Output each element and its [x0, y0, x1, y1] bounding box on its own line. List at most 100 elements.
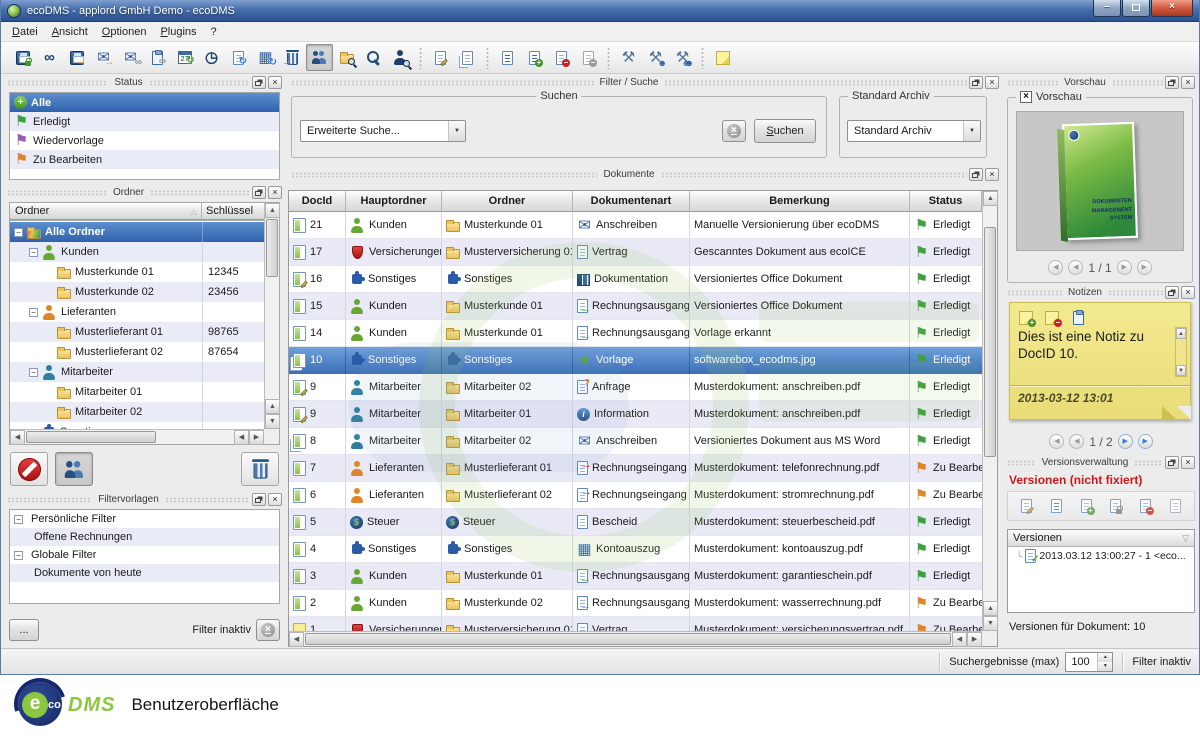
spin-up-icon[interactable]: ▲ — [1098, 653, 1112, 662]
ver-edit-button[interactable] — [1016, 495, 1038, 517]
status-item-zu-bearbeiten[interactable]: ⚑Zu Bearbeiten — [10, 150, 279, 169]
version-remove-button[interactable] — [548, 44, 575, 71]
folder-tree-row[interactable]: Musterlieferant 0198765 — [10, 322, 264, 342]
prev-note-button[interactable]: ◀ — [1069, 434, 1084, 449]
column-header-bemerkung[interactable]: Bemerkung — [690, 191, 910, 212]
search-clear-button[interactable]: × — [722, 120, 746, 142]
folder-tree-row[interactable]: Musterlieferant 0287654 — [10, 342, 264, 362]
ver-view-button[interactable] — [1045, 495, 1067, 517]
close-icon[interactable]: × — [1181, 456, 1195, 469]
float-icon[interactable] — [252, 493, 266, 506]
last-page-button[interactable]: ▶ — [1137, 260, 1152, 275]
status-item-erledigt[interactable]: ⚑Erledigt — [10, 112, 279, 131]
spin-down-icon[interactable]: ▼ — [1098, 662, 1112, 671]
scroll-right-icon[interactable]: ▶ — [249, 430, 264, 445]
note-note-add-button[interactable] — [1016, 308, 1036, 328]
next-page-button[interactable]: ▶ — [1117, 260, 1132, 275]
table-row[interactable]: 17VersicherungenMusterversicherung 01Ver… — [289, 239, 982, 266]
menu-item-optionen[interactable]: Optionen — [95, 24, 154, 40]
close-icon[interactable]: × — [268, 76, 282, 89]
duplicate-document-button[interactable] — [225, 44, 252, 71]
filter-clear-button[interactable]: × — [256, 619, 280, 641]
column-header-docid[interactable]: DocId — [289, 191, 346, 212]
scroll-left-icon[interactable]: ◀ — [10, 430, 25, 445]
close-icon[interactable]: × — [985, 76, 999, 89]
scroll-right-icon[interactable]: ▶ — [967, 632, 982, 647]
table-row[interactable]: 16SonstigesSonstigesDokumentationVersion… — [289, 266, 982, 293]
export-save-button[interactable] — [63, 44, 90, 71]
mail-link-button[interactable]: ✉ — [117, 44, 144, 71]
first-note-button[interactable]: ◀ — [1049, 434, 1064, 449]
close-icon[interactable]: × — [268, 493, 282, 506]
status-item-alle[interactable]: +Alle — [10, 93, 279, 112]
scroll-left-icon[interactable]: ◀ — [952, 632, 967, 647]
archive-save-button[interactable] — [9, 44, 36, 71]
expander-icon[interactable]: − — [29, 248, 38, 257]
close-icon[interactable]: × — [268, 186, 282, 199]
folder-tree-row[interactable]: Mitarbeiter 02 — [10, 402, 264, 422]
user-folders-button[interactable] — [55, 452, 93, 486]
float-icon[interactable] — [1165, 76, 1179, 89]
key-column-header[interactable]: Schlüssel — [202, 203, 264, 220]
scroll-thumb[interactable] — [266, 219, 278, 277]
note-note-copy-button[interactable] — [1068, 308, 1088, 328]
send-mail-button[interactable]: ✉ — [90, 44, 117, 71]
advanced-search-combo[interactable]: Erweiterte Suche... ▼ — [300, 120, 466, 142]
table-row[interactable]: 9MitarbeiterMitarbeiter 02AnfrageMusterd… — [289, 374, 982, 401]
filter-template-row[interactable]: Dokumente von heute — [10, 564, 279, 582]
filter-template-row[interactable]: −Persönliche Filter — [10, 510, 279, 528]
documents-vscrollbar[interactable]: ▲ ▲ ▼ — [982, 191, 997, 631]
versions-list-header[interactable]: Versionen ▽ — [1008, 530, 1194, 547]
table-row[interactable]: 21KundenMusterkunde 01✉AnschreibenManuel… — [289, 212, 982, 239]
user-search-button[interactable] — [387, 44, 414, 71]
preview-checkbox[interactable]: × — [1020, 91, 1032, 103]
table-row[interactable]: 4SonstigesSonstiges▦KontoauszugMusterdok… — [289, 536, 982, 563]
folder-tree-row[interactable]: −Lieferanten — [10, 302, 264, 322]
float-icon[interactable] — [1165, 286, 1179, 299]
search-folder-button[interactable] — [333, 44, 360, 71]
expander-icon[interactable]: − — [14, 515, 23, 524]
table-row[interactable]: 6LieferantenMusterlieferant 02Rechnungse… — [289, 482, 982, 509]
float-icon[interactable] — [969, 76, 983, 89]
version-history-button[interactable] — [494, 44, 521, 71]
scroll-up-icon[interactable]: ▲ — [983, 191, 998, 206]
classify-table-button[interactable]: ▦ — [252, 44, 279, 71]
table-row[interactable]: 10SonstigesSonstiges★Vorlagesoftwarebox_… — [289, 347, 982, 374]
note-scrollbar[interactable]: ▲ ▼ — [1175, 327, 1187, 377]
trash-folder-button[interactable] — [241, 452, 279, 486]
column-header-status[interactable]: Status — [910, 191, 982, 212]
expander-icon[interactable]: − — [29, 308, 38, 317]
folder-tree-row[interactable]: Sonstiges — [10, 422, 264, 429]
resubmission-calendar-button[interactable]: 27 — [171, 44, 198, 71]
column-header-ordner[interactable]: Ordner — [442, 191, 573, 212]
scroll-down-icon[interactable]: ▼ — [1176, 365, 1186, 376]
delete-document-button[interactable] — [279, 44, 306, 71]
prev-page-button[interactable]: ◀ — [1068, 260, 1083, 275]
scroll-up-icon[interactable]: ▲ — [983, 601, 998, 616]
folder-tree-row[interactable]: −Mitarbeiter — [10, 362, 264, 382]
folder-tree-row[interactable]: −Kunden — [10, 242, 264, 262]
folder-tree-row[interactable]: Mitarbeiter 01 — [10, 382, 264, 402]
note-card[interactable]: Dies ist eine Notiz zu DocID 10. ▲ ▼ 201… — [1009, 302, 1191, 420]
scroll-up-icon[interactable]: ▲ — [265, 203, 280, 218]
scroll-up-icon[interactable]: ▲ — [1176, 328, 1186, 339]
expander-icon[interactable]: − — [14, 228, 23, 237]
column-header-dokumentenart[interactable]: Dokumentenart — [573, 191, 690, 212]
table-row[interactable]: 15KundenMusterkunde 01RechnungsausgangVe… — [289, 293, 982, 320]
float-icon[interactable] — [252, 186, 266, 199]
table-row[interactable]: 7LieferantenMusterlieferant 01Rechnungse… — [289, 455, 982, 482]
note-note-del-button[interactable] — [1042, 308, 1062, 328]
note-text[interactable]: Dies ist eine Notiz zu DocID 10. — [1018, 329, 1170, 363]
first-page-button[interactable]: ◀ — [1048, 260, 1063, 275]
expander-icon[interactable]: − — [14, 551, 23, 560]
search-button[interactable] — [360, 44, 387, 71]
menu-item-?[interactable]: ? — [204, 24, 224, 40]
table-row[interactable]: 3KundenMusterkunde 01RechnungsausgangMus… — [289, 563, 982, 590]
clipboard-link-button[interactable] — [144, 44, 171, 71]
preview-image-area[interactable]: DOKUMENTEN MANAGEMENT SYSTEM — [1016, 111, 1184, 251]
edit-document-button[interactable] — [427, 44, 454, 71]
scroll-down-icon[interactable]: ▼ — [983, 616, 998, 631]
float-icon[interactable] — [1165, 456, 1179, 469]
title-bar[interactable]: ecoDMS - applord GmbH Demo - ecoDMS – × — [1, 0, 1199, 22]
copy-documents-button[interactable] — [454, 44, 481, 71]
